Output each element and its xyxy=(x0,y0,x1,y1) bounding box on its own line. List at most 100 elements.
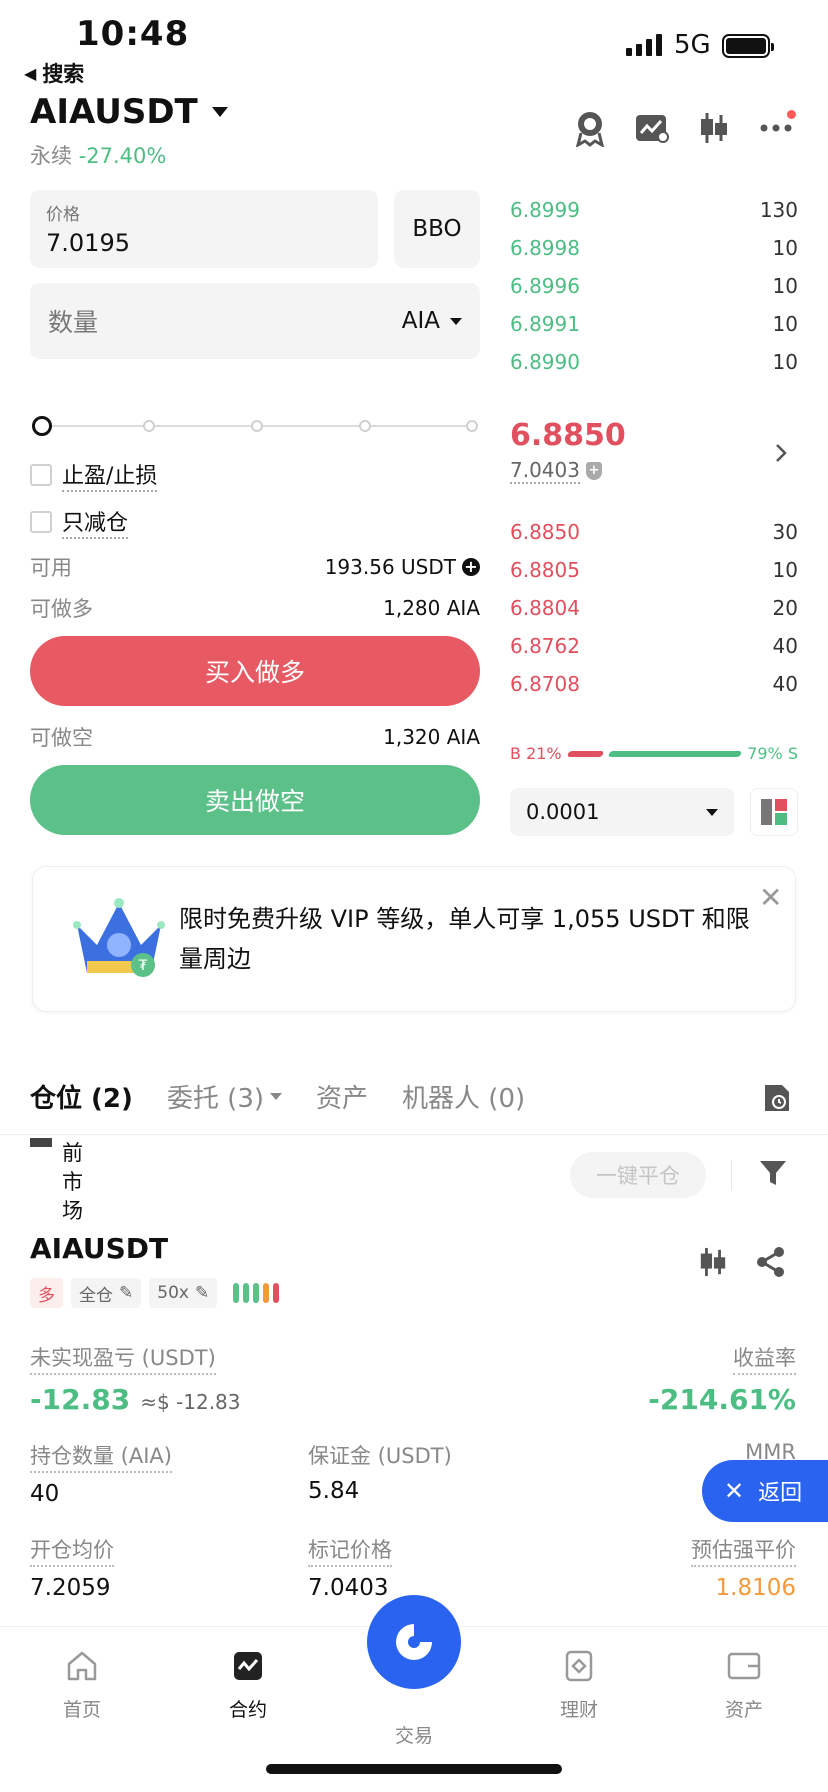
trade-logo-icon xyxy=(396,1624,432,1660)
history-icon[interactable] xyxy=(762,1082,792,1118)
slider-step-75[interactable] xyxy=(359,420,371,432)
symbol-subtitle: 永续 -27.40% xyxy=(30,140,166,170)
bid-price: 6.8805 xyxy=(510,558,580,582)
candlestick-icon[interactable] xyxy=(698,1246,728,1282)
quantity-slider[interactable] xyxy=(32,416,478,436)
bid-row[interactable]: 6.8762 40 xyxy=(510,628,798,664)
current-market-filter[interactable]: 前市场 xyxy=(30,1138,88,1226)
caret-down-icon xyxy=(706,808,718,816)
caret-down-icon xyxy=(211,107,228,117)
bid-price: 6.8762 xyxy=(510,634,580,658)
buy-long-button[interactable]: 买入做多 xyxy=(30,636,480,706)
return-button[interactable]: ✕ 返回 xyxy=(702,1460,828,1522)
tab-label: 仓位 (2) xyxy=(30,1084,133,1114)
price-step-value: 0.0001 xyxy=(526,800,600,824)
tab-assets[interactable]: 资产 xyxy=(316,1078,368,1115)
badge-icon[interactable] xyxy=(570,108,610,148)
position-symbol[interactable]: AIAUSDT xyxy=(30,1232,168,1265)
notification-dot xyxy=(787,110,796,119)
bid-row[interactable]: 6.8708 40 xyxy=(510,666,798,702)
mark-value: 7.0403 xyxy=(308,1575,389,1601)
nav-label: 交易 xyxy=(394,1725,433,1747)
bid-qty: 20 xyxy=(772,596,798,620)
quantity-input[interactable]: 数量 AIA xyxy=(30,283,480,359)
tab-orders[interactable]: 委托 (3) xyxy=(167,1078,283,1115)
margin-mode-label: 全仓 xyxy=(79,1285,113,1306)
book-layout-button[interactable] xyxy=(750,788,798,836)
nav-home[interactable]: 首页 xyxy=(27,1649,137,1722)
ask-row[interactable]: 6.8998 10 xyxy=(510,230,798,266)
price-input[interactable]: 价格 7.0195 xyxy=(30,190,378,268)
pnl-approx: ≈$ -12.83 xyxy=(140,1390,241,1414)
return-label: 返回 xyxy=(758,1481,803,1506)
slider-step-50[interactable] xyxy=(251,420,263,432)
roe-label: 收益率 xyxy=(733,1342,796,1375)
quantity-unit-selector[interactable]: AIA xyxy=(402,308,462,334)
tab-label: 机器人 (0) xyxy=(402,1084,526,1114)
close-icon[interactable]: ✕ xyxy=(759,881,782,914)
promo-banner-text: 限时免费升级 VIP 等级，单人可享 1,055 USDT 和限量周边 xyxy=(179,905,750,973)
tab-bots[interactable]: 机器人 (0) xyxy=(402,1078,525,1115)
bbo-button[interactable]: BBO xyxy=(394,190,480,268)
toolbar-divider xyxy=(731,1160,732,1190)
bid-price: 6.8804 xyxy=(510,596,580,620)
bid-price: 6.8708 xyxy=(510,672,580,696)
chart-icon[interactable] xyxy=(632,108,672,148)
edit-icon: ✎ xyxy=(119,1283,134,1303)
nav-earn[interactable]: 理财 xyxy=(524,1649,634,1722)
nav-trade[interactable]: 交易 xyxy=(359,1725,469,1766)
nav-label: 资产 xyxy=(724,1699,763,1721)
ask-row[interactable]: 6.8999 130 xyxy=(510,192,798,228)
ask-row[interactable]: 6.8990 10 xyxy=(510,344,798,380)
bid-row[interactable]: 6.8805 10 xyxy=(510,552,798,588)
ask-row[interactable]: 6.8996 10 xyxy=(510,268,798,304)
pnl-label: 未实现盈亏 (USDT) xyxy=(30,1342,216,1375)
tp-sl-checkbox[interactable] xyxy=(30,464,52,486)
ask-qty: 10 xyxy=(772,312,798,336)
share-icon[interactable] xyxy=(756,1246,786,1282)
back-arrow-icon: ◀ xyxy=(24,63,37,83)
price-step-select[interactable]: 0.0001 xyxy=(510,788,734,836)
back-to-search-link[interactable]: ◀ 搜索 xyxy=(24,58,84,88)
position-margin: 保证金 (USDT) 5.84 xyxy=(308,1440,452,1504)
trade-fab-button[interactable] xyxy=(367,1595,461,1689)
slider-step-25[interactable] xyxy=(143,420,155,432)
position-mark-price: 标记价格 7.0403 xyxy=(308,1534,392,1601)
leverage-tag[interactable]: 50x ✎ xyxy=(149,1278,218,1308)
tab-positions[interactable]: 仓位 (2) xyxy=(30,1078,133,1115)
bid-row[interactable]: 6.8850 30 xyxy=(510,514,798,550)
nav-assets[interactable]: 资产 xyxy=(689,1649,799,1722)
layout-icon xyxy=(761,799,787,825)
candlestick-icon[interactable] xyxy=(694,108,734,148)
futures-icon xyxy=(234,1652,262,1680)
bid-row[interactable]: 6.8804 20 xyxy=(510,590,798,626)
svg-text:₮: ₮ xyxy=(139,958,148,974)
entry-value: 7.2059 xyxy=(30,1575,111,1601)
tp-sl-checkbox-row[interactable]: 止盈/止损 xyxy=(30,458,158,492)
wallet-icon xyxy=(727,1652,761,1680)
sell-short-button[interactable]: 卖出做空 xyxy=(30,765,480,835)
nav-futures[interactable]: 合约 xyxy=(193,1649,303,1722)
reduce-only-checkbox-row[interactable]: 只减仓 xyxy=(30,505,129,539)
current-market-checkbox[interactable] xyxy=(30,1138,52,1147)
ask-row[interactable]: 6.8991 10 xyxy=(510,306,798,342)
reduce-only-checkbox[interactable] xyxy=(30,511,52,533)
filter-icon[interactable] xyxy=(758,1158,788,1192)
chevron-right-icon[interactable] xyxy=(774,442,788,468)
promo-banner[interactable]: ₮ 限时免费升级 VIP 等级，单人可享 1,055 USDT 和限量周边 ✕ xyxy=(32,866,796,1012)
nav-label: 理财 xyxy=(559,1699,598,1721)
ask-price: 6.8998 xyxy=(510,236,580,260)
symbol-selector[interactable]: AIAUSDT xyxy=(30,92,228,132)
margin-mode-tag[interactable]: 全仓 ✎ xyxy=(71,1278,142,1308)
sell-ratio-label: 79% S xyxy=(747,744,798,763)
mark-label: 标记价格 xyxy=(308,1534,392,1567)
slider-handle[interactable] xyxy=(32,416,52,436)
mark-price-row[interactable]: 7.0403 + xyxy=(510,458,602,484)
slider-step-100[interactable] xyxy=(466,420,478,432)
max-short-row: 可做空 1,320 AIA xyxy=(30,722,480,752)
roe-value: -214.61% xyxy=(648,1383,796,1416)
bid-qty: 30 xyxy=(772,520,798,544)
close-all-button[interactable]: 一键平仓 xyxy=(570,1152,706,1198)
add-funds-icon[interactable]: + xyxy=(462,558,480,576)
more-icon[interactable] xyxy=(756,108,796,148)
